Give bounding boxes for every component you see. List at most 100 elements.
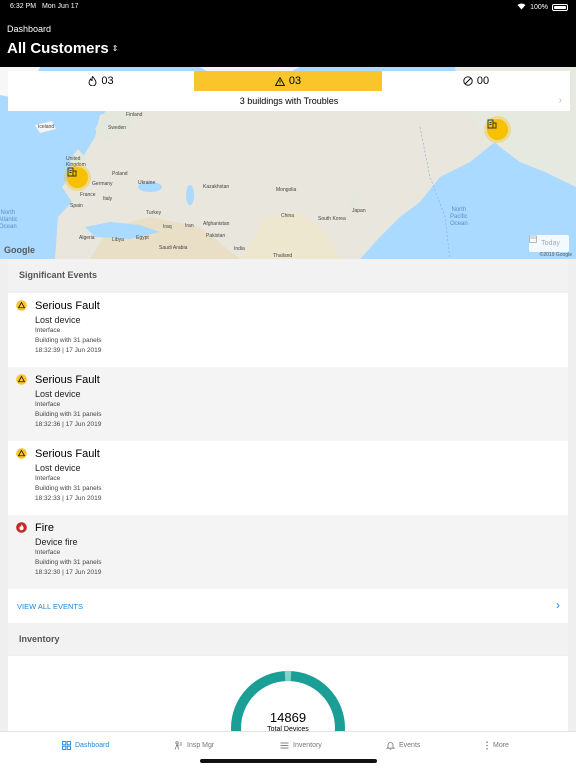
tab-inventory[interactable]: Inventory — [280, 741, 322, 750]
map-label: Kazakhstan — [203, 184, 230, 190]
disabled-icon — [463, 76, 473, 86]
event-device: Interface — [35, 327, 61, 334]
inspector-icon — [174, 741, 182, 750]
event-title: Serious Fault — [35, 374, 100, 386]
event-subtitle: Lost device — [35, 463, 81, 473]
map-label: India — [234, 246, 245, 252]
trouble-icon — [16, 300, 27, 311]
event-time: 18:32:39 | 17 Jun 2019 — [35, 347, 102, 354]
map-label: Saudi Arabia — [159, 245, 188, 251]
event-row[interactable]: Serious Fault Lost device Interface Buil… — [8, 293, 568, 367]
chevron-right-icon: › — [556, 598, 560, 612]
event-time: 18:32:36 | 17 Jun 2019 — [35, 421, 102, 428]
event-title: Fire — [35, 522, 54, 534]
event-building: Building with 31 panels — [35, 337, 102, 344]
wifi-icon — [517, 3, 526, 12]
status-bar: 6:32 PM Mon Jun 17 100% — [0, 3, 576, 13]
significant-events-header: Significant Events — [8, 259, 568, 291]
map-label: Mongolia — [276, 187, 297, 193]
section-title: Significant Events — [19, 270, 98, 280]
map-label: Afghanistan — [203, 221, 230, 227]
dashboard-screen: 6:32 PM Mon Jun 17 100% Dashboard All Cu… — [0, 0, 576, 768]
tab-label: Insp Mgr — [187, 742, 215, 749]
map-label: Turkey — [146, 210, 162, 216]
trouble-icon — [16, 448, 27, 459]
map-label: Germany — [92, 181, 113, 187]
fire-count-tab[interactable]: 03 — [8, 71, 194, 91]
event-subtitle: Lost device — [35, 315, 81, 325]
customer-selector[interactable]: All Customers ⇕ — [7, 40, 118, 57]
tab-events[interactable]: Events — [386, 741, 420, 750]
tab-insp-mgr[interactable]: Insp Mgr — [174, 741, 214, 750]
tab-label: More — [493, 742, 509, 749]
today-button[interactable]: Today — [529, 235, 569, 252]
section-title: Inventory — [19, 634, 60, 644]
breadcrumb[interactable]: Dashboard — [7, 24, 51, 34]
chevron-updown-icon: ⇕ — [111, 44, 119, 53]
troubles-summary-row[interactable]: 3 buildings with Troubles › — [8, 91, 570, 111]
map-label: Iran — [185, 223, 194, 229]
list-icon — [280, 742, 289, 749]
trouble-icon — [16, 374, 27, 385]
event-time: 18:32:33 | 17 Jun 2019 — [35, 495, 102, 502]
map-label: France — [80, 192, 96, 198]
event-title: Serious Fault — [35, 300, 100, 312]
map-label: Sweden — [108, 125, 127, 131]
chevron-right-icon: › — [558, 95, 562, 106]
tab-label: Inventory — [293, 742, 322, 749]
event-row[interactable]: Serious Fault Lost device Interface Buil… — [8, 441, 568, 515]
map-label: Japan — [352, 208, 366, 214]
warning-icon — [274, 76, 285, 86]
status-time: 6:32 PM — [10, 3, 37, 10]
dashboard-icon — [62, 741, 71, 750]
troubles-summary: 3 buildings with Troubles — [239, 96, 339, 106]
event-row[interactable]: Fire Device fire Interface Building with… — [8, 515, 568, 589]
event-building: Building with 31 panels — [35, 411, 102, 418]
trouble-count-tab[interactable]: 03 — [194, 71, 382, 91]
map-label: Pakistan — [206, 233, 226, 239]
building-pin[interactable] — [67, 167, 88, 188]
inventory-card[interactable]: 14869 Total Devices — [8, 656, 568, 736]
trouble-count: 03 — [288, 75, 302, 87]
today-label: Today — [541, 240, 560, 247]
map-label: Libya — [112, 237, 124, 243]
tab-more[interactable]: More — [485, 741, 509, 750]
inventory-header: Inventory — [8, 623, 568, 655]
home-indicator — [200, 759, 377, 763]
event-title: Serious Fault — [35, 448, 100, 460]
view-all-label: VIEW ALL EVENTS — [17, 601, 83, 611]
event-building: Building with 31 panels — [35, 559, 102, 566]
status-date: Mon Jun 17 — [42, 3, 79, 10]
fire-count: 03 — [101, 75, 114, 87]
fire-icon — [16, 522, 27, 533]
event-device: Interface — [35, 401, 61, 408]
disabled-count-tab[interactable]: 00 — [382, 71, 570, 91]
map-label: Iraq — [163, 224, 172, 230]
tab-label: Events — [399, 742, 421, 749]
building-icon — [67, 167, 77, 177]
tab-label: Dashboard — [75, 742, 110, 749]
map-label: North Atlantic Ocean — [0, 210, 18, 230]
event-row[interactable]: Serious Fault Lost device Interface Buil… — [8, 367, 568, 441]
map-label: Poland — [112, 171, 128, 177]
map-label: South Korea — [318, 216, 346, 222]
map-label: Ukraine — [138, 180, 156, 186]
battery-icon — [552, 4, 568, 11]
tab-dashboard[interactable]: Dashboard — [62, 741, 109, 750]
event-device: Interface — [35, 475, 61, 482]
building-pin[interactable] — [487, 119, 508, 140]
map-label: Algeria — [79, 235, 95, 241]
disabled-count: 00 — [476, 75, 490, 87]
map-label: Italy — [103, 196, 113, 202]
header: 6:32 PM Mon Jun 17 100% Dashboard All Cu… — [0, 0, 576, 67]
event-device: Interface — [35, 549, 61, 556]
battery-percent: 100% — [530, 4, 548, 11]
map-label: Finland — [126, 112, 143, 118]
event-subtitle: Device fire — [35, 537, 78, 547]
map-copyright: ©2019 Google — [539, 252, 572, 258]
event-subtitle: Lost device — [35, 389, 81, 399]
google-logo: Google — [4, 245, 35, 255]
map-label: China — [281, 213, 295, 219]
status-right: 100% — [517, 3, 568, 12]
view-all-events-link[interactable]: VIEW ALL EVENTS › — [8, 589, 568, 623]
